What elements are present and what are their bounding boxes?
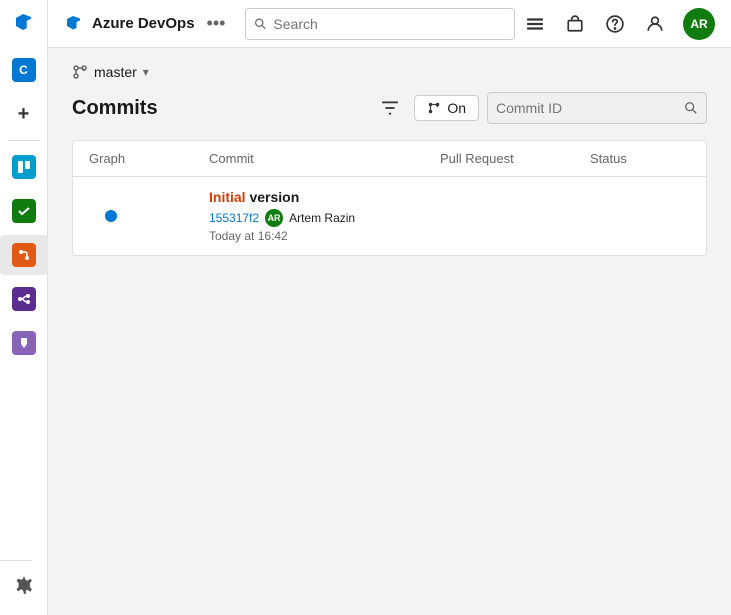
commit-id-search-box[interactable] [487, 92, 707, 124]
divider-1 [8, 140, 40, 141]
azure-devops-logo-icon [12, 12, 36, 36]
branch-icon [72, 64, 88, 80]
commit-author: Artem Razin [289, 211, 355, 225]
add-icon: + [12, 102, 36, 126]
divider-2 [0, 560, 32, 561]
col-header-graph: Graph [89, 151, 209, 166]
author-avatar: AR [265, 209, 283, 227]
commit-cell: Initial version 155317f2 AR Artem Razin … [209, 189, 440, 243]
search-box[interactable] [245, 8, 515, 40]
commit-title-part2: version [246, 189, 300, 205]
search-icon [254, 17, 267, 31]
graph-cell [89, 210, 209, 222]
commit-time: Today at 16:42 [209, 229, 440, 243]
search-input[interactable] [273, 16, 506, 32]
repos-icon [12, 243, 36, 267]
table-header: Graph Commit Pull Request Status [73, 141, 706, 177]
sidebar: C + [0, 0, 48, 615]
test-icon [12, 331, 36, 355]
col-header-pullrequest: Pull Request [440, 151, 590, 166]
filter-button[interactable] [374, 92, 406, 124]
sidebar-item-project[interactable]: C [0, 50, 48, 90]
filter-icon [381, 99, 399, 117]
commit-hash[interactable]: 155317f2 [209, 211, 259, 225]
page-header: Commits On [72, 92, 707, 124]
user-icon[interactable] [643, 12, 667, 36]
col-header-status: Status [590, 151, 690, 166]
page-title: Commits [72, 97, 158, 120]
commit-id-search-icon [684, 101, 698, 115]
commits-table: Graph Commit Pull Request Status Initial… [72, 140, 707, 256]
pipelines-icon [12, 287, 36, 311]
list-icon[interactable] [523, 12, 547, 36]
help-icon[interactable] [603, 12, 627, 36]
commit-meta: 155317f2 AR Artem Razin [209, 209, 440, 227]
top-nav: Azure DevOps ••• AR [48, 0, 731, 48]
sidebar-bottom [0, 556, 48, 615]
nav-brand[interactable]: Azure DevOps [64, 14, 195, 34]
settings-icon [12, 573, 36, 597]
branch-chevron-icon: ▾ [143, 65, 149, 79]
branch-name: master [94, 64, 137, 80]
check-icon [12, 199, 36, 223]
commit-title-part1: Initial [209, 189, 246, 205]
branch-toggle-icon [427, 101, 441, 115]
project-icon: C [12, 58, 36, 82]
commit-title: Initial version [209, 189, 440, 205]
avatar[interactable]: AR [683, 8, 715, 40]
main-content: master ▾ Commits On [48, 48, 731, 615]
toggle-label: On [447, 100, 466, 116]
sidebar-item-add[interactable]: + [0, 94, 48, 134]
header-actions: On [374, 92, 707, 124]
sidebar-item-test[interactable] [0, 323, 48, 363]
sidebar-item-pipelines[interactable] [0, 279, 48, 319]
branch-selector[interactable]: master ▾ [72, 64, 707, 80]
sidebar-item-settings[interactable] [0, 565, 48, 605]
bag-icon[interactable] [563, 12, 587, 36]
nav-ellipsis-menu[interactable]: ••• [203, 9, 230, 38]
col-header-commit: Commit [209, 151, 440, 166]
sidebar-logo[interactable] [0, 0, 48, 48]
nav-icons: AR [523, 8, 715, 40]
commit-id-input[interactable] [496, 100, 678, 116]
brand-name: Azure DevOps [92, 15, 195, 32]
sidebar-item-repos[interactable] [0, 235, 48, 275]
graph-toggle-button[interactable]: On [414, 95, 479, 121]
boards-icon [12, 155, 36, 179]
sidebar-item-boards[interactable] [0, 147, 48, 187]
table-row: Initial version 155317f2 AR Artem Razin … [73, 177, 706, 255]
commit-dot [105, 210, 117, 222]
sidebar-item-taskboards[interactable] [0, 191, 48, 231]
brand-logo-icon [64, 14, 84, 34]
